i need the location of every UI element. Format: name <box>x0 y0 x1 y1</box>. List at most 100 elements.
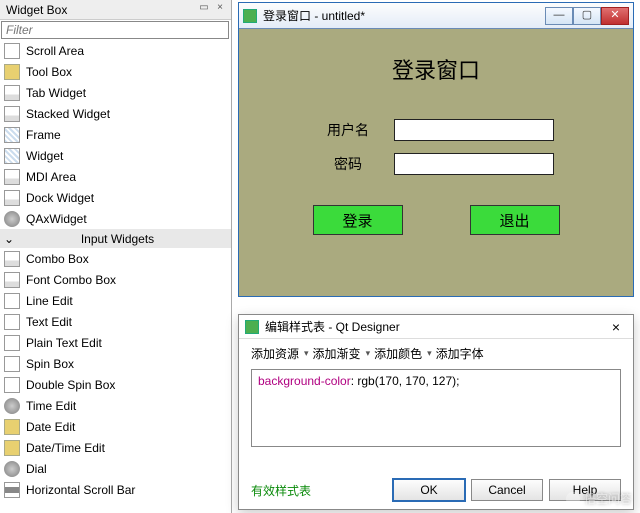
qt-app-icon <box>245 320 259 334</box>
tree-item[interactable]: Frame <box>0 124 231 145</box>
watermark-text: 悟空问答 <box>584 490 632 507</box>
tab-icon <box>4 85 20 101</box>
login-heading: 登录窗口 <box>239 39 633 107</box>
gear-icon <box>4 211 20 227</box>
tree-item-label: QAxWidget <box>26 212 87 226</box>
widget-box-title: Widget Box <box>6 3 67 17</box>
widget-icon <box>4 314 20 330</box>
widget-icon <box>4 356 20 372</box>
watermark: 悟空问答 <box>566 490 632 507</box>
ok-button[interactable]: OK <box>393 479 465 501</box>
folder-icon <box>4 440 20 456</box>
tree-item-label: Double Spin Box <box>26 378 115 392</box>
add-color-menu[interactable]: 添加颜色 <box>374 345 432 362</box>
widget-box-panel: Widget Box ▭ × Scroll Area Tool Box Tab W… <box>0 0 232 513</box>
blue-stripe-icon <box>4 127 20 143</box>
username-input[interactable] <box>394 119 554 141</box>
stylesheet-title-bar[interactable]: 编辑样式表 - Qt Designer × <box>239 315 633 339</box>
tree-item-label: Plain Text Edit <box>26 336 102 350</box>
tree-item[interactable]: Double Spin Box <box>0 374 231 395</box>
tree-item[interactable]: Line Edit <box>0 290 231 311</box>
css-property: background-color <box>258 374 351 388</box>
username-row: 用户名 <box>239 119 633 141</box>
tree-item-label: Tab Widget <box>26 86 86 100</box>
watermark-logo-icon <box>566 492 580 506</box>
tab-icon <box>4 272 20 288</box>
cancel-button[interactable]: Cancel <box>471 479 543 501</box>
tree-item-label: Dock Widget <box>26 191 94 205</box>
tree-item[interactable]: Tab Widget <box>0 82 231 103</box>
add-font-menu[interactable]: 添加字体 <box>436 345 484 362</box>
login-window: 登录窗口 - untitled* — ▢ ✕ 登录窗口 用户名 密码 登录 退出 <box>238 2 634 297</box>
widget-tree: Scroll Area Tool Box Tab Widget Stacked Wi… <box>0 40 231 500</box>
section-label: Input Widgets <box>81 232 154 246</box>
dock-close-icon[interactable]: × <box>213 2 227 16</box>
minimize-button[interactable]: — <box>545 7 573 25</box>
hbar-icon <box>4 482 20 498</box>
tree-item[interactable]: Text Edit <box>0 311 231 332</box>
password-label: 密码 <box>318 154 378 174</box>
css-value: : rgb(170, 170, 127); <box>351 374 460 388</box>
widget-icon <box>4 293 20 309</box>
tree-item-label: Dial <box>26 462 47 476</box>
password-input[interactable] <box>394 153 554 175</box>
password-row: 密码 <box>239 153 633 175</box>
section-input-widgets[interactable]: ⌄ Input Widgets <box>0 229 231 248</box>
gear-icon <box>4 461 20 477</box>
tree-item[interactable]: Tool Box <box>0 61 231 82</box>
container-icon <box>4 43 20 59</box>
tab-icon <box>4 251 20 267</box>
add-gradient-menu[interactable]: 添加渐变 <box>313 345 371 362</box>
chevron-down-icon: ⌄ <box>4 232 14 246</box>
tree-item[interactable]: Date Edit <box>0 416 231 437</box>
tab-icon <box>4 190 20 206</box>
stylesheet-dialog: 编辑样式表 - Qt Designer × 添加资源 添加渐变 添加颜色 添加字… <box>238 314 634 510</box>
tree-item-label: Widget <box>26 149 63 163</box>
dialog-close-button[interactable]: × <box>605 319 627 335</box>
login-button[interactable]: 登录 <box>313 205 403 235</box>
tree-item[interactable]: Font Combo Box <box>0 269 231 290</box>
widget-icon <box>4 335 20 351</box>
tree-item[interactable]: Dial <box>0 458 231 479</box>
folder-icon <box>4 64 20 80</box>
tree-item[interactable]: Date/Time Edit <box>0 437 231 458</box>
tab-icon <box>4 169 20 185</box>
tree-item-label: Stacked Widget <box>26 107 110 121</box>
login-window-title: 登录窗口 - untitled* <box>263 7 545 24</box>
widget-icon <box>4 377 20 393</box>
tree-item[interactable]: Combo Box <box>0 248 231 269</box>
tree-item[interactable]: Dock Widget <box>0 187 231 208</box>
tree-item[interactable]: MDI Area <box>0 166 231 187</box>
tree-item-label: Date Edit <box>26 420 75 434</box>
tree-item[interactable]: Horizontal Scroll Bar <box>0 479 231 500</box>
design-canvas: 登录窗口 - untitled* — ▢ ✕ 登录窗口 用户名 密码 登录 退出 <box>232 0 640 513</box>
tree-item[interactable]: Widget <box>0 145 231 166</box>
folder-icon <box>4 419 20 435</box>
tree-item-label: Line Edit <box>26 294 73 308</box>
login-title-bar[interactable]: 登录窗口 - untitled* — ▢ ✕ <box>239 3 633 29</box>
qt-app-icon <box>243 9 257 23</box>
close-button[interactable]: ✕ <box>601 7 629 25</box>
login-body: 登录窗口 用户名 密码 登录 退出 <box>239 29 633 245</box>
tree-item-label: MDI Area <box>26 170 76 184</box>
exit-button[interactable]: 退出 <box>470 205 560 235</box>
valid-stylesheet-label: 有效样式表 <box>251 482 387 499</box>
username-label: 用户名 <box>318 120 378 140</box>
tree-item-label: Time Edit <box>26 399 76 413</box>
tree-item[interactable]: Time Edit <box>0 395 231 416</box>
stylesheet-editor[interactable]: background-color: rgb(170, 170, 127); <box>251 369 621 447</box>
tab-icon <box>4 106 20 122</box>
tree-item-label: Spin Box <box>26 357 74 371</box>
tree-item-scroll-area[interactable]: Scroll Area <box>0 40 231 61</box>
filter-input[interactable] <box>1 21 229 39</box>
maximize-button[interactable]: ▢ <box>573 7 601 25</box>
tree-item[interactable]: Stacked Widget <box>0 103 231 124</box>
tree-item[interactable]: Spin Box <box>0 353 231 374</box>
tree-item-label: Text Edit <box>26 315 72 329</box>
tree-item[interactable]: QAxWidget <box>0 208 231 229</box>
tree-item-label: Horizontal Scroll Bar <box>26 483 135 497</box>
tree-item-label: Font Combo Box <box>26 273 116 287</box>
dock-float-icon[interactable]: ▭ <box>197 2 211 16</box>
add-resource-menu[interactable]: 添加资源 <box>251 345 309 362</box>
tree-item[interactable]: Plain Text Edit <box>0 332 231 353</box>
